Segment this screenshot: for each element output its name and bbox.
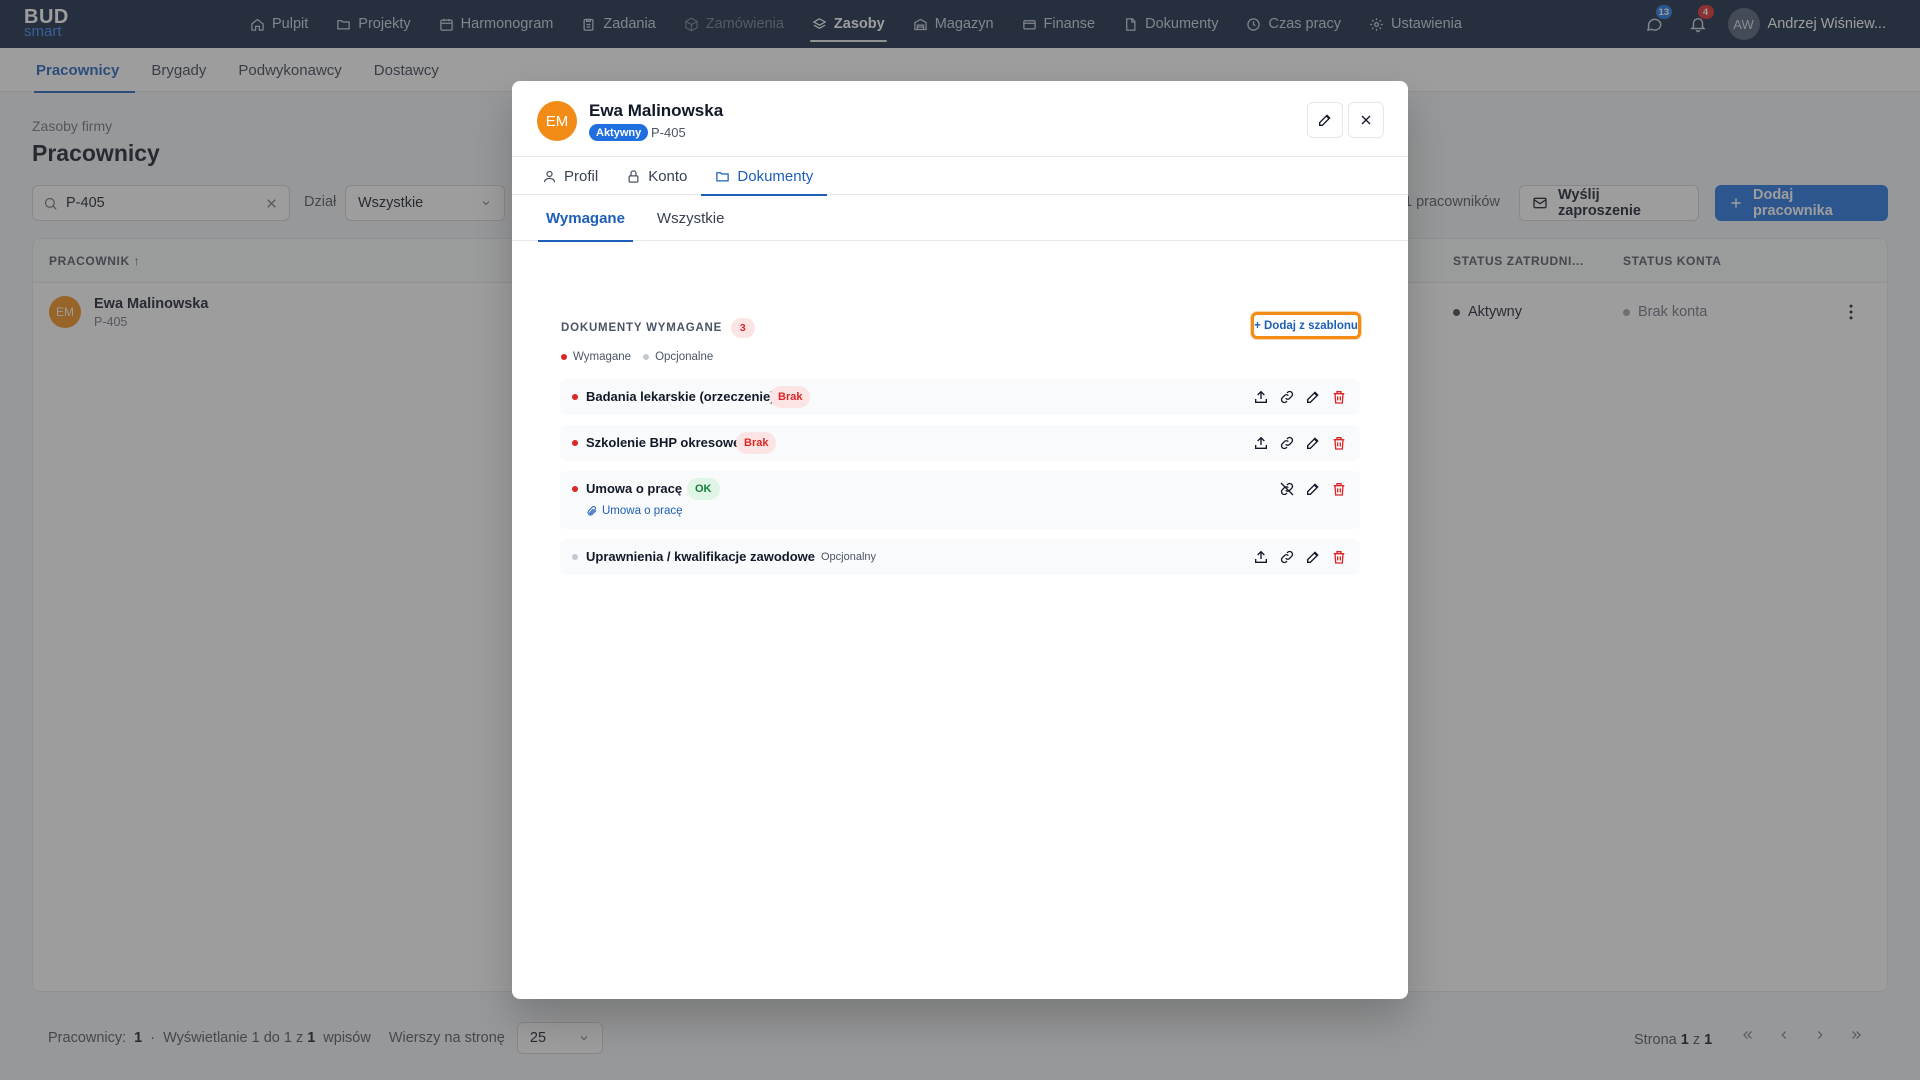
unlink-icon[interactable] bbox=[1278, 480, 1296, 498]
pencil-icon bbox=[1317, 112, 1333, 128]
status-badge: Brak bbox=[770, 386, 811, 408]
tab-konto[interactable]: Konto bbox=[612, 157, 701, 195]
tab-dokumenty[interactable]: Dokumenty bbox=[701, 157, 828, 196]
upload-icon[interactable] bbox=[1252, 434, 1270, 452]
tab-wymagane[interactable]: Wymagane bbox=[538, 195, 633, 242]
modal-tabs: Profil Konto Dokumenty bbox=[512, 157, 1408, 196]
document-name: Szkolenie BHP okresowe bbox=[586, 435, 741, 450]
document-row: Szkolenie BHP okresowe Brak bbox=[560, 425, 1360, 461]
count-badge: 3 bbox=[731, 318, 756, 338]
folder-icon bbox=[715, 169, 730, 184]
required-dot bbox=[572, 440, 578, 446]
document-name: Badania lekarskie (orzeczenie) bbox=[586, 389, 775, 404]
modal-header: EM Ewa Malinowska Aktywny P-405 bbox=[512, 81, 1408, 157]
document-row: Badania lekarskie (orzeczenie) Brak bbox=[560, 379, 1360, 415]
status-badge: Brak bbox=[736, 432, 777, 454]
link-icon[interactable] bbox=[1278, 548, 1296, 566]
link-icon[interactable] bbox=[1278, 388, 1296, 406]
upload-icon[interactable] bbox=[1252, 548, 1270, 566]
status-badge: OK bbox=[687, 478, 720, 500]
legend-required: Wymagane bbox=[561, 351, 631, 363]
document-row: Umowa o pracę OK Umowa o pracę bbox=[560, 471, 1360, 529]
trash-icon[interactable] bbox=[1330, 388, 1348, 406]
document-name: Umowa o pracę bbox=[586, 481, 683, 496]
document-row: Uprawnienia / kwalifikacje zawodowe Opcj… bbox=[560, 539, 1360, 575]
required-dot bbox=[572, 394, 578, 400]
required-dot bbox=[572, 486, 578, 492]
modal-employee-code: P-405 bbox=[651, 125, 686, 140]
edit-button[interactable] bbox=[1307, 102, 1343, 138]
pencil-icon[interactable] bbox=[1304, 480, 1322, 498]
modal-employee-name: Ewa Malinowska bbox=[589, 101, 724, 120]
lock-icon bbox=[626, 169, 641, 184]
legend-optional: Opcjonalne bbox=[643, 351, 713, 363]
status-badge: Opcjonalny bbox=[821, 551, 877, 563]
pencil-icon[interactable] bbox=[1304, 388, 1322, 406]
upload-icon[interactable] bbox=[1252, 388, 1270, 406]
link-icon[interactable] bbox=[1278, 434, 1296, 452]
employee-modal: EM Ewa Malinowska Aktywny P-405 Profil K… bbox=[512, 81, 1408, 999]
add-from-template-button[interactable]: + Dodaj z szablonu bbox=[1251, 312, 1361, 339]
tab-wszystkie[interactable]: Wszystkie bbox=[653, 195, 729, 241]
attachment-link[interactable]: Umowa o pracę bbox=[586, 505, 683, 517]
trash-icon[interactable] bbox=[1330, 548, 1348, 566]
trash-icon[interactable] bbox=[1330, 480, 1348, 498]
section-title: DOKUMENTY WYMAGANE 3 bbox=[561, 318, 756, 338]
tab-profil[interactable]: Profil bbox=[542, 157, 612, 195]
close-icon bbox=[1358, 112, 1374, 128]
status-badge: Aktywny bbox=[589, 124, 649, 141]
pencil-icon[interactable] bbox=[1304, 548, 1322, 566]
trash-icon[interactable] bbox=[1330, 434, 1348, 452]
pencil-icon[interactable] bbox=[1304, 434, 1322, 452]
document-filter-tabs: Wymagane Wszystkie bbox=[512, 195, 1408, 242]
avatar: EM bbox=[537, 101, 577, 141]
legend: Wymagane Opcjonalne bbox=[561, 351, 713, 363]
document-name: Uprawnienia / kwalifikacje zawodowe bbox=[586, 549, 816, 564]
user-icon bbox=[542, 169, 557, 184]
close-button[interactable] bbox=[1348, 102, 1384, 138]
optional-dot bbox=[572, 554, 578, 560]
paperclip-icon bbox=[586, 505, 598, 517]
